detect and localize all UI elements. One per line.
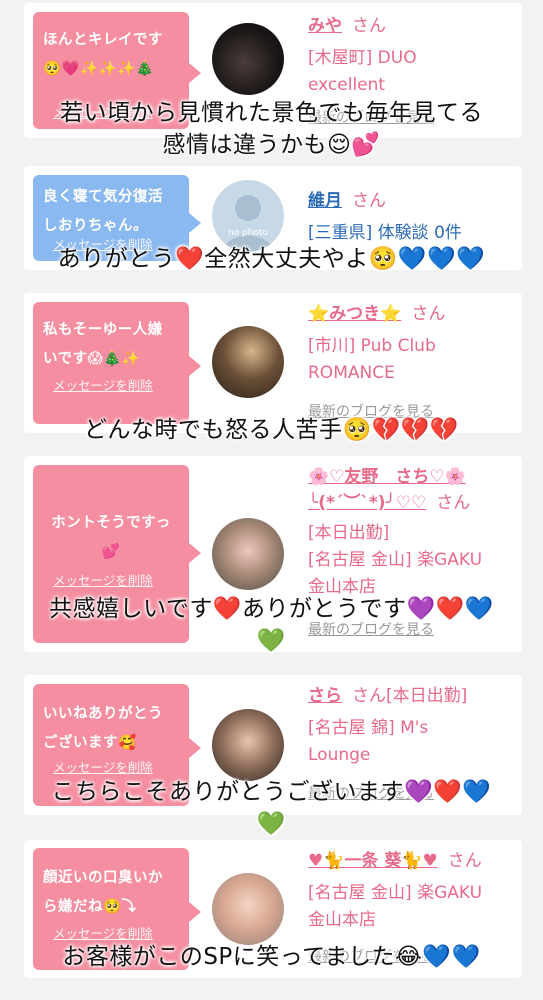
delete-message-link[interactable]: メッセージを削除 [53, 375, 153, 394]
message-text: ほんとキレイです 🥺💗✨✨✨🎄 [43, 32, 163, 77]
caption-overlay-6: お客様がこのSPに笑ってました😂💙💙 [62, 944, 481, 970]
message-text: いいねありがとう ございます🥰 [43, 706, 163, 751]
honorific: さん [352, 16, 386, 36]
user-name-link[interactable]: ⭐みつき⭐ [308, 304, 401, 324]
shop-info: [名古屋 金山] 楽GAKU 金山本店 [308, 883, 483, 930]
honorific: さん [436, 493, 471, 513]
caption-overlay-2: ありがとう❤️全然大丈夫やよ🥺💙💙💙 [57, 246, 486, 272]
avatar[interactable] [212, 709, 284, 781]
delete-message-link[interactable]: メッセージを削除 [53, 570, 153, 589]
user-name-link[interactable]: 維月 [308, 191, 342, 211]
avatar[interactable] [212, 326, 284, 398]
shop-info: [名古屋 錦] M's Lounge [308, 718, 429, 765]
delete-message-link[interactable]: メッセージを削除 [53, 923, 153, 942]
avatar[interactable]: no photo [212, 180, 284, 252]
no-photo-label: no photo [227, 228, 269, 238]
avatar[interactable] [212, 873, 284, 945]
caption-overlay-5: こちらこそありがとうございます💜❤️💙 💚 [51, 779, 492, 837]
message-text: 良く寝て気分復活 しおりちゃん。 [43, 189, 163, 234]
shop-info: [木屋町] DUO excellent [308, 48, 417, 95]
honorific: さん[本日出勤] [352, 686, 468, 706]
message-text: 顔近いの口臭いか ら嫌だね🥺⤵ [43, 870, 163, 915]
caption-overlay-4: 共感嬉しいです❤️ありがとうです💜❤️💙 💚 [49, 596, 494, 654]
message-text: 私もそーゆー人嫌 いです😱🎄✨ [43, 322, 163, 367]
delete-message-link[interactable]: メッセージを削除 [53, 757, 153, 776]
avatar-placeholder-icon [222, 195, 274, 252]
honorific: さん [352, 191, 386, 211]
user-name-link[interactable]: みや [308, 16, 342, 36]
shop-info: [市川] Pub Club ROMANCE [308, 336, 436, 383]
user-name-link[interactable]: さら [308, 686, 342, 706]
avatar[interactable] [212, 518, 284, 590]
honorific: さん [411, 304, 446, 324]
user-info: ⭐みつき⭐ さん [市川] Pub Club ROMANCE 最新のブログを見る [308, 301, 516, 423]
message-bubble: 私もそーゆー人嫌 いです😱🎄✨ メッセージを削除 [33, 302, 201, 424]
caption-overlay-1: 若い頃から見慣れた景色でも毎年見てる 感情は違うかも😌💕 [60, 100, 483, 158]
message-text: ホントそうですっ 💕 [51, 515, 171, 560]
caption-overlay-3: どんな時でも怒る人苦手🥺💔💔💔 [83, 417, 460, 443]
avatar[interactable] [212, 23, 284, 95]
message-card-3: 私もそーゆー人嫌 いです😱🎄✨ メッセージを削除 ⭐みつき⭐ さん [市川] Pu… [24, 293, 522, 433]
user-info: 維月 さん [三重県] 体験談 0件 [308, 188, 516, 247]
shop-info: [本日出勤] [名古屋 金山] 楽GAKU 金山本店 [308, 523, 483, 597]
user-name-link[interactable]: ♥🐈一条 葵🐈♥ [308, 851, 438, 871]
honorific: さん [447, 851, 482, 871]
